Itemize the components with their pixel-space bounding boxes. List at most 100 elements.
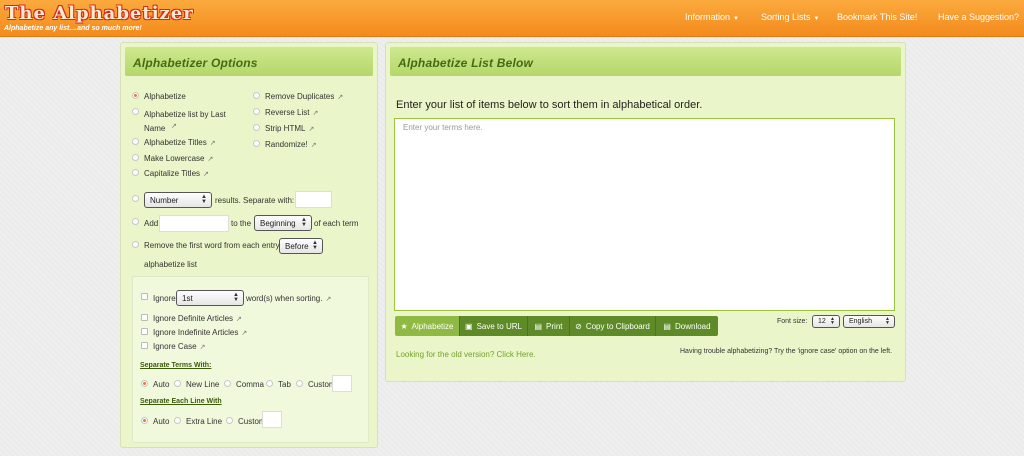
- ignore-definite-label[interactable]: Ignore Definite Articles ↗: [153, 314, 242, 323]
- language-select[interactable]: English ▲ ▼: [843, 315, 895, 328]
- results-label: results. Separate with:: [215, 196, 295, 205]
- radio-number-results[interactable]: [132, 195, 139, 202]
- option-remove-duplicates-label[interactable]: Remove Duplicates ↗: [265, 92, 343, 101]
- old-version-link[interactable]: Looking for the old version? Click Here.: [396, 350, 536, 359]
- separate-terms-title: Separate Terms With:: [140, 362, 212, 369]
- options-panel-header: Alphabetizer Options: [125, 47, 373, 76]
- add-label: Add: [144, 219, 159, 228]
- radio-remove-first-word[interactable]: [132, 241, 139, 248]
- external-link-icon: ↗: [312, 110, 319, 117]
- star-icon: ★: [400, 322, 408, 331]
- radio-last-name[interactable]: [132, 108, 139, 115]
- radio-sep-comma[interactable]: [224, 380, 231, 387]
- each-term-label: of each term: [314, 219, 359, 228]
- intro-text: Enter your list of items below to sort t…: [396, 99, 703, 111]
- external-link-icon: ↗: [207, 156, 214, 163]
- line-custom-input[interactable]: [262, 411, 282, 428]
- ignore-label: Ignore: [153, 294, 176, 303]
- radio-sep-auto[interactable]: [141, 380, 148, 387]
- ignore-indefinite-label[interactable]: Ignore Indefinite Articles ↗: [153, 328, 247, 337]
- option-capitalize-label[interactable]: Capitalize Titles ↗: [144, 169, 209, 178]
- nav-information-label: Information: [685, 12, 731, 22]
- remove-first-label: Remove the first word from each entry: [144, 241, 280, 250]
- select-arrows-icon: ▲ ▼: [885, 316, 890, 326]
- nav-information[interactable]: Information ▼: [685, 12, 739, 22]
- download-button[interactable]: ▤ Download: [656, 316, 718, 336]
- radio-line-extra[interactable]: [174, 417, 181, 424]
- alphabetize-button[interactable]: ★ Alphabetize: [395, 316, 460, 336]
- add-text-input[interactable]: [159, 215, 229, 232]
- trouble-text: Having trouble alphabetizing? Try the 'i…: [680, 348, 893, 355]
- site-tagline: Alphabetize any list....and so much more…: [4, 25, 142, 32]
- radio-line-auto[interactable]: [141, 417, 148, 424]
- radio-capitalize[interactable]: [132, 169, 139, 176]
- sep-auto-label[interactable]: Auto: [153, 380, 169, 389]
- radio-sep-newline[interactable]: [174, 380, 181, 387]
- external-link-icon: ↗: [308, 126, 315, 133]
- external-link-icon: ↗: [209, 140, 216, 147]
- nav-sorting-lists-label: Sorting Lists: [761, 12, 811, 22]
- terms-textarea[interactable]: [394, 118, 895, 311]
- option-titles-label[interactable]: Alphabetize Titles ↗: [144, 138, 216, 147]
- option-alphabetize-label[interactable]: Alphabetize: [144, 92, 186, 101]
- before-select[interactable]: Before ▲ ▼: [279, 238, 323, 254]
- sep-comma-label[interactable]: Comma: [236, 380, 264, 389]
- nav-bookmark[interactable]: Bookmark This Site!: [837, 12, 917, 22]
- checkbox-ignore-words[interactable]: [141, 293, 148, 300]
- option-last-name-label[interactable]: Alphabetize list by Last Name: [144, 108, 234, 136]
- number-select[interactable]: Number ▲ ▼: [144, 192, 212, 208]
- save-to-url-button[interactable]: ▣ Save to URL: [460, 316, 528, 336]
- caret-down-icon: ▼: [813, 16, 820, 22]
- separate-with-input[interactable]: [295, 191, 332, 208]
- alphabetize-list-label: alphabetize list: [144, 260, 197, 269]
- radio-remove-duplicates[interactable]: [253, 92, 260, 99]
- paperclip-icon: ⊘: [575, 322, 582, 331]
- list-panel-header: Alphabetize List Below: [390, 47, 901, 76]
- checkbox-ignore-case[interactable]: [141, 342, 148, 349]
- nav-suggestion[interactable]: Have a Suggestion?: [938, 12, 1019, 22]
- select-arrows-icon: ▲ ▼: [233, 292, 239, 303]
- to-the-label: to the: [231, 219, 252, 228]
- radio-sep-custom[interactable]: [296, 380, 303, 387]
- radio-titles[interactable]: [132, 138, 139, 145]
- ignore-case-label[interactable]: Ignore Case ↗: [153, 342, 205, 351]
- options-panel-title: Alphabetizer Options: [133, 56, 258, 70]
- radio-randomize[interactable]: [253, 140, 260, 147]
- font-size-select[interactable]: 12 ▲ ▼: [812, 315, 840, 328]
- site-logo[interactable]: The Alphabetizer: [5, 3, 194, 24]
- radio-alphabetize[interactable]: [132, 92, 139, 99]
- option-lowercase-label[interactable]: Make Lowercase ↗: [144, 154, 213, 163]
- ignore-count-select[interactable]: 1st ▲ ▼: [176, 290, 244, 306]
- external-link-icon: ↗: [171, 123, 177, 130]
- radio-strip-html[interactable]: [253, 124, 260, 131]
- save-icon: ▣: [465, 322, 473, 331]
- separate-lines-title: Separate Each Line With: [140, 398, 222, 405]
- radio-lowercase[interactable]: [132, 154, 139, 161]
- external-link-icon: ↗: [241, 330, 248, 337]
- option-strip-html-label[interactable]: Strip HTML ↗: [265, 124, 314, 133]
- radio-reverse[interactable]: [253, 108, 260, 115]
- line-auto-label[interactable]: Auto: [153, 417, 169, 426]
- sep-newline-label[interactable]: New Line: [186, 380, 219, 389]
- external-link-icon: ↗: [337, 94, 344, 101]
- sep-custom-input[interactable]: [332, 375, 352, 392]
- radio-add[interactable]: [132, 218, 139, 225]
- radio-line-custom[interactable]: [226, 417, 233, 424]
- radio-sep-tab[interactable]: [266, 380, 273, 387]
- download-icon: ▤: [663, 322, 671, 331]
- select-arrows-icon: ▲ ▼: [830, 316, 835, 326]
- print-button[interactable]: ▤ Print: [528, 316, 570, 336]
- position-select[interactable]: Beginning ▲ ▼: [254, 215, 312, 231]
- select-arrows-icon: ▲ ▼: [301, 217, 307, 228]
- sep-tab-label[interactable]: Tab: [278, 380, 291, 389]
- print-icon: ▤: [534, 322, 543, 331]
- line-extra-label[interactable]: Extra Line: [186, 417, 222, 426]
- option-randomize-label[interactable]: Randomize! ↗: [265, 140, 317, 149]
- checkbox-ignore-definite[interactable]: [141, 314, 148, 321]
- copy-to-clipboard-button[interactable]: ⊘ Copy to Clipboard: [570, 316, 656, 336]
- option-reverse-label[interactable]: Reverse List ↗: [265, 108, 318, 117]
- select-arrows-icon: ▲ ▼: [312, 240, 318, 251]
- site-header: The Alphabetizer Alphabetize any list...…: [0, 0, 1024, 37]
- nav-sorting-lists[interactable]: Sorting Lists ▼: [761, 12, 819, 22]
- checkbox-ignore-indefinite[interactable]: [141, 328, 148, 335]
